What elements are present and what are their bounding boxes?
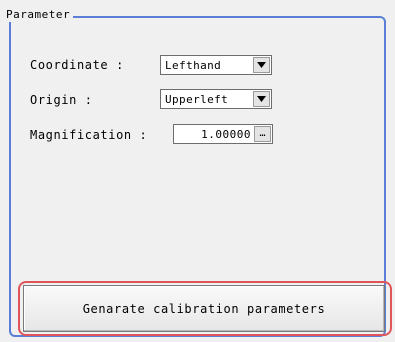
- origin-dropdown[interactable]: Upperleft: [160, 89, 272, 109]
- magnification-label: Magnification :: [30, 128, 148, 142]
- chevron-down-icon[interactable]: [253, 57, 270, 73]
- origin-label: Origin :: [30, 93, 93, 107]
- chevron-down-icon[interactable]: [253, 91, 270, 107]
- origin-value: Upperleft: [165, 92, 229, 106]
- ellipsis-button[interactable]: …: [254, 126, 271, 142]
- coordinate-dropdown[interactable]: Lefthand: [160, 55, 272, 75]
- magnification-field[interactable]: 1.00000 …: [173, 124, 273, 144]
- magnification-value: 1.00000: [201, 127, 251, 141]
- parameter-group-title: Parameter: [3, 8, 74, 22]
- coordinate-label: Coordinate :: [30, 58, 124, 72]
- generate-calibration-button[interactable]: Genarate calibration parameters: [23, 285, 385, 332]
- coordinate-value: Lefthand: [165, 58, 222, 72]
